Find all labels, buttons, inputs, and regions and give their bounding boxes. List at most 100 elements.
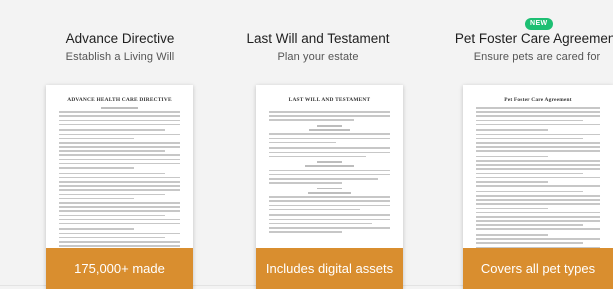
card-banner[interactable]: Includes digital assets [256,248,403,289]
text-line [476,176,600,179]
text-line [476,242,583,245]
document-title: ADVANCE HEALTH CARE DIRECTIVE [67,97,172,103]
text-line [59,201,180,204]
text-line [476,160,600,162]
text-line [59,214,166,217]
text-line [476,111,600,113]
text-line [269,141,336,144]
document-text [269,107,390,235]
text-line [476,228,600,231]
text-line [59,210,180,212]
document-title: Pet Foster Care Agreement [504,97,572,103]
text-line [269,155,366,158]
card-banner[interactable]: 175,000+ made [46,248,193,289]
text-line [59,232,180,235]
text-line [476,203,600,205]
text-line [59,185,180,187]
text-line [476,115,600,117]
card-subtitle: Establish a Living Will [65,51,175,63]
text-line [476,164,600,166]
text-line [476,133,600,136]
text-line [269,231,342,233]
card-pet-foster-care[interactable]: NEW Pet Foster Care Agreement Ensure pet… [437,0,613,289]
card-subtitle: Plan your estate [277,51,359,63]
text-line [269,208,360,211]
text-line [269,147,390,149]
card-title[interactable]: Last Will and Testament [218,31,418,46]
text-line [476,211,600,214]
card-title[interactable]: Pet Foster Care Agreement [437,31,613,46]
text-line [476,146,600,148]
text-line [59,154,180,157]
card-subtitle: Ensure pets are cared for [473,51,601,63]
text-line [269,133,390,135]
text-line [59,236,166,239]
text-line [476,123,600,126]
text-line [59,158,180,161]
text-line [476,155,548,158]
text-line [317,161,342,163]
text-line [308,129,351,131]
text-line [476,119,583,122]
text-line [59,241,180,243]
text-line [59,167,135,169]
text-line [59,172,166,175]
document-preview[interactable]: ADVANCE HEALTH CARE DIRECTIVE 175,000+ m… [46,85,193,289]
text-line [269,214,390,216]
text-line [59,206,180,208]
text-line [317,187,342,190]
text-line [476,190,583,193]
card-last-will[interactable]: Last Will and Testament Plan your estate… [218,0,418,289]
text-line [269,173,390,176]
text-line [476,220,600,222]
text-line [476,181,548,183]
text-line [59,133,180,136]
text-line [476,168,600,171]
text-line [269,182,342,184]
text-line [59,137,135,140]
text-line [476,234,548,236]
text-line [269,119,354,121]
text-line [59,245,180,247]
document-preview[interactable]: LAST WILL AND TESTAMENT Includes digital… [256,85,403,289]
text-line [59,141,180,144]
text-line [476,185,600,187]
text-line [476,194,600,197]
text-line [59,176,180,179]
text-line [269,204,390,207]
text-line [59,162,180,165]
text-line [269,218,390,221]
text-line [269,222,372,225]
text-line [476,224,583,226]
card-advance-directive[interactable]: Advance Directive Establish a Living Wil… [20,0,220,289]
text-line [269,111,390,113]
text-line [59,228,135,231]
text-line [59,189,180,191]
text-line [476,107,600,109]
text-line [476,199,600,201]
text-line [101,107,138,109]
text-line [476,150,600,152]
text-line [476,172,583,175]
text-line [317,124,342,127]
text-line [269,151,390,154]
text-line [476,215,600,218]
text-line [59,129,166,131]
card-title[interactable]: Advance Directive [20,31,220,46]
new-badge: NEW [525,18,553,30]
text-line [476,129,548,131]
text-line [59,146,180,148]
text-line [269,226,390,229]
text-line [59,119,180,122]
text-line [476,238,600,240]
text-line [305,165,354,168]
text-line [269,137,390,140]
text-line [476,207,548,210]
card-banner[interactable]: Covers all pet types [463,248,613,289]
text-line [59,218,180,221]
text-line [59,123,180,126]
text-line [59,181,180,183]
text-line [269,115,390,117]
document-title: LAST WILL AND TESTAMENT [288,97,371,103]
document-preview[interactable]: Pet Foster Care Agreement Covers all pet… [463,85,613,289]
